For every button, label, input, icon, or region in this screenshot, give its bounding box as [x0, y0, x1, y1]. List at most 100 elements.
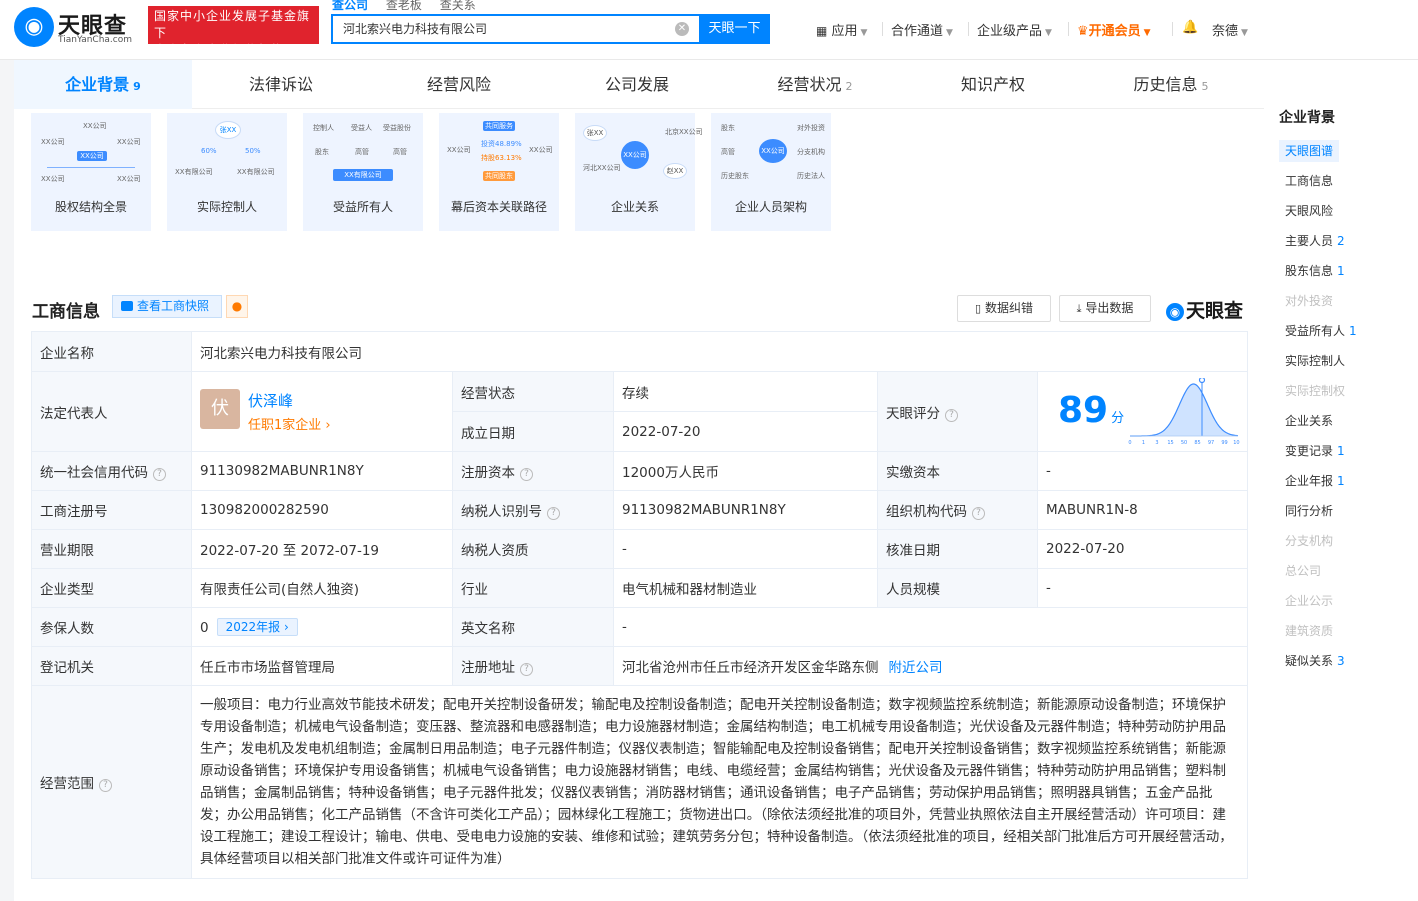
tab-legal[interactable]: 法律诉讼 — [192, 60, 370, 109]
snapshot-button[interactable]: 查看工商快照 — [112, 295, 222, 318]
nav-partner[interactable]: 合作通道 ▼ — [891, 20, 953, 39]
help-icon[interactable]: ? — [520, 663, 533, 676]
diagram-node-label: 高管 — [393, 148, 407, 156]
credit-code-label: 统一社会信用代码 — [40, 465, 148, 481]
sidebar-item[interactable]: 受益所有人 1 — [1279, 320, 1363, 342]
avatar[interactable]: 伏 — [200, 389, 240, 429]
score-tick-label: 50 — [1181, 440, 1187, 446]
diagram-node-label: XX公司 — [83, 122, 107, 130]
tab-development[interactable]: 公司发展 — [548, 60, 726, 109]
help-icon[interactable]: ? — [945, 408, 958, 422]
nav-apps-label: 应用 — [831, 24, 858, 39]
card-beneficial-owner[interactable]: 控制人 受益人 受益股份 股东 高管 高管 XX有限公司 受益所有人 — [303, 113, 423, 231]
card-actual-controller[interactable]: 张XX 60% 50% XX有限公司 XX有限公司 实际控制人 — [167, 113, 287, 231]
legal-rep-cell: 伏 伏泽峰 任职1家企业 › — [191, 371, 453, 452]
chevron-right-icon: › — [283, 620, 289, 634]
diagram-center-box: XX有限公司 — [333, 169, 393, 181]
term-label: 营业期限 — [31, 529, 192, 569]
sidebar-item-label: 受益所有人 — [1285, 324, 1346, 338]
card-enterprise-relation[interactable]: 张XX XX公司 北京XX公司 河北XX公司 赵XX 企业关系 — [575, 113, 703, 231]
nav-enterprise[interactable]: 企业级产品 ▼ — [977, 20, 1052, 39]
chevron-down-icon: ▼ — [1241, 28, 1248, 38]
sidebar-item[interactable]: 股东信息 1 — [1279, 260, 1351, 282]
document-icon: ▯ — [975, 302, 982, 315]
nav-user[interactable]: 奈德 ▼ — [1212, 20, 1248, 39]
clear-icon[interactable]: ✕ — [675, 22, 689, 36]
section-title: 工商信息 — [32, 302, 100, 322]
reg-capital-value: 12000万人民币 — [613, 451, 878, 491]
score-cell[interactable]: 89分 0 1 3 15 50 85 97 99 100 — [1036, 371, 1249, 452]
help-icon[interactable]: ? — [99, 779, 112, 792]
org-code-label: 组织机构代码 — [886, 504, 967, 520]
card-capital-path[interactable]: 共同服务 XX公司 XX公司 投资48.89% 持股63.13% 共同股东 幕后… — [439, 113, 559, 231]
nav-enterprise-label: 企业级产品 — [977, 24, 1043, 39]
nearby-companies-link[interactable]: 附近公司 — [889, 660, 943, 676]
diagram-person-node: 赵XX — [663, 163, 687, 179]
sidebar-item[interactable]: 企业年报 1 — [1279, 470, 1351, 492]
logo-eye-icon: ◉ — [1166, 303, 1184, 321]
search-button[interactable]: 天眼一下 — [699, 14, 770, 44]
help-icon[interactable]: ? — [520, 468, 533, 481]
tab-operation[interactable]: 经营状况 2 — [726, 60, 904, 109]
monitor-bell-button[interactable]: ● — [226, 295, 248, 318]
score-tick-label: 0 — [1128, 440, 1131, 446]
legal-rep-jobs-link[interactable]: 任职1家企业 › — [248, 414, 331, 433]
tab-risk[interactable]: 经营风险 — [370, 60, 548, 109]
correct-data-button[interactable]: ▯ 数据纠错 — [957, 295, 1051, 322]
export-data-button[interactable]: ⤓ 导出数据 — [1059, 295, 1151, 322]
search-tab-company[interactable]: 查公司 — [332, 0, 368, 13]
chevron-right-icon: › — [325, 418, 331, 433]
bell-icon: 🔔 — [1182, 20, 1199, 35]
sidebar-item[interactable]: 实际控制人 — [1279, 350, 1351, 372]
tab-ip[interactable]: 知识产权 — [904, 60, 1082, 109]
credit-code-label-cell: 统一社会信用代码? — [31, 451, 192, 491]
help-icon[interactable]: ? — [972, 507, 985, 520]
search-input[interactable]: 河北索兴电力科技有限公司 ✕ — [331, 14, 699, 44]
score-tick-label: 1 — [1142, 440, 1145, 446]
legal-rep-link[interactable]: 伏泽峰 — [248, 390, 293, 411]
insured-year-badge[interactable]: 2022年报 › — [216, 618, 298, 636]
score-tick-label: 100 — [1233, 440, 1240, 446]
sidebar-title: 企业背景 — [1279, 110, 1335, 126]
card-caption: 企业人员架构 — [734, 200, 807, 214]
found-date-value: 2022-07-20 — [613, 411, 878, 452]
search-tab-boss[interactable]: 查老板 — [386, 0, 422, 13]
card-staff-structure[interactable]: 股东 高管 历史股东 XX公司 对外投资 分支机构 历史法人 企业人员架构 — [711, 113, 831, 231]
search-input-value: 河北索兴电力科技有限公司 — [343, 22, 488, 36]
sidebar-item[interactable]: 疑似关系 3 — [1279, 650, 1351, 672]
diagram-node-label: XX公司 — [447, 146, 471, 154]
sidebar-item[interactable]: 天眼图谱 — [1279, 140, 1340, 162]
tab-count: 2 — [845, 80, 853, 93]
sidebar-item[interactable]: 工商信息 — [1279, 170, 1339, 192]
nav-apps[interactable]: ▦ 应用 ▼ — [816, 20, 867, 39]
legal-rep-jobs-text: 任职1家企业 — [248, 418, 322, 433]
nav-notifications[interactable]: 🔔 — [1182, 20, 1198, 35]
site-logo[interactable]: ◉ 天眼查 TianYanCha.com — [14, 7, 142, 47]
sidebar-item[interactable]: 天眼风险 — [1279, 200, 1339, 222]
help-icon[interactable]: ? — [547, 507, 560, 520]
nav-vip[interactable]: ♛开通会员 ▼ — [1077, 20, 1151, 39]
tab-history[interactable]: 历史信息 5 — [1082, 60, 1260, 109]
diagram-node-label: XX公司 — [529, 146, 553, 154]
company-name-label: 企业名称 — [31, 331, 192, 372]
relation-diagram-thumbnail: 张XX XX公司 北京XX公司 河北XX公司 赵XX — [583, 119, 703, 191]
address-cell: 河北省沧州市任丘市经济开发区金华路东侧 附近公司 — [612, 646, 1249, 686]
sidebar-item: 对外投资 — [1279, 290, 1339, 312]
diagram-node-label: 历史股东 — [721, 172, 749, 180]
address-value: 河北省沧州市任丘市经济开发区金华路东侧 — [622, 660, 879, 676]
table-row: 营业期限 2022-07-20 至 2072-07-19 纳税人资质 - 核准日… — [31, 529, 1249, 569]
sidebar-item[interactable]: 变更记录 1 — [1279, 440, 1351, 462]
tab-background[interactable]: 企业背景 9 — [14, 60, 192, 109]
sidebar-item-label: 主要人员 — [1285, 234, 1334, 248]
sidebar-item[interactable]: 主要人员 2 — [1279, 230, 1351, 252]
paid-capital-label: 实缴资本 — [877, 451, 1038, 491]
sidebar-item: 总公司 — [1279, 560, 1327, 582]
diagram-center-node: XX公司 — [759, 139, 787, 163]
scope-label: 经营范围 — [40, 776, 94, 792]
sidebar-item[interactable]: 同行分析 — [1279, 500, 1339, 522]
sidebar-item[interactable]: 企业关系 — [1279, 410, 1339, 432]
help-icon[interactable]: ? — [153, 468, 166, 481]
capital-path-diagram-thumbnail: 共同服务 XX公司 XX公司 投资48.89% 持股63.13% 共同股东 — [447, 119, 553, 191]
card-equity-structure[interactable]: XX公司 XX公司 XX公司 XX公司 XX公司 XX公司 股权结构全景 — [31, 113, 151, 231]
search-tab-relation[interactable]: 查关系 — [440, 0, 476, 13]
